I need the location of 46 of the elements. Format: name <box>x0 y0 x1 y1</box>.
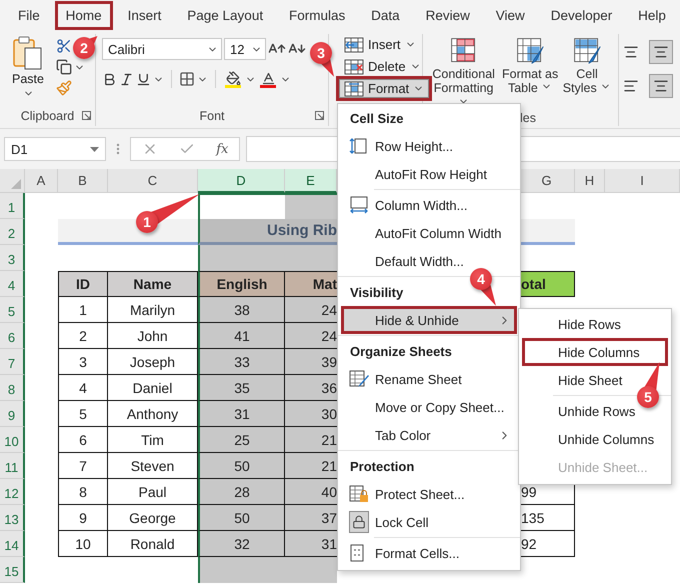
group-label: Font <box>199 109 224 123</box>
table-cell: 37 <box>285 505 337 531</box>
table-cell: 6 <box>58 427 108 453</box>
menu-heading: Cell Size <box>350 110 404 126</box>
table-cell: 32 <box>198 531 285 557</box>
table-cell: 4 <box>58 375 108 401</box>
table-cell: otal <box>519 271 575 297</box>
table-cell: 38 <box>198 297 285 323</box>
table-cell: 50 <box>198 505 285 531</box>
table-cell: 21 <box>285 453 337 479</box>
group-label: Clipboard <box>20 109 74 123</box>
table-cell: 40 <box>285 479 337 505</box>
menu-heading: Protection <box>350 458 414 474</box>
table-cell: 5 <box>58 401 108 427</box>
table-cell: 30 <box>285 401 337 427</box>
sheet-title: Using Rib <box>198 219 337 245</box>
paste-label: Paste <box>12 72 44 86</box>
table-cell: 35 <box>198 375 285 401</box>
table-cell: 10 <box>58 531 108 557</box>
table-cell: 7 <box>58 453 108 479</box>
table-cell: ID <box>58 271 108 297</box>
table-cell: English <box>198 271 285 297</box>
table-cell: 33 <box>198 349 285 375</box>
table-cell: 25 <box>198 427 285 453</box>
table-cell: Mat <box>285 271 337 297</box>
table-cell: 24 <box>285 297 337 323</box>
table-cell: 31 <box>285 531 337 557</box>
table-cell: 1 <box>58 297 108 323</box>
table-cell: 9 <box>58 505 108 531</box>
step-badge: 3 <box>310 42 332 64</box>
table-cell: Name <box>108 271 198 297</box>
table-cell: 2 <box>58 323 108 349</box>
table-cell: 28 <box>198 479 285 505</box>
table-cell: 31 <box>198 401 285 427</box>
table-cell: 41 <box>198 323 285 349</box>
table-cell: 8 <box>58 479 108 505</box>
table-cell: 24 <box>285 323 337 349</box>
table-cell: 3 <box>58 349 108 375</box>
menu-heading: Organize Sheets <box>350 344 452 358</box>
menu-heading: Visibility <box>350 284 404 300</box>
table-cell: 39 <box>285 349 337 375</box>
step-badge: 2 <box>73 37 95 59</box>
group-label: les <box>520 111 536 126</box>
table-cell: 50 <box>198 453 285 479</box>
table-cell: 21 <box>285 427 337 453</box>
table-cell: 36 <box>285 375 337 401</box>
